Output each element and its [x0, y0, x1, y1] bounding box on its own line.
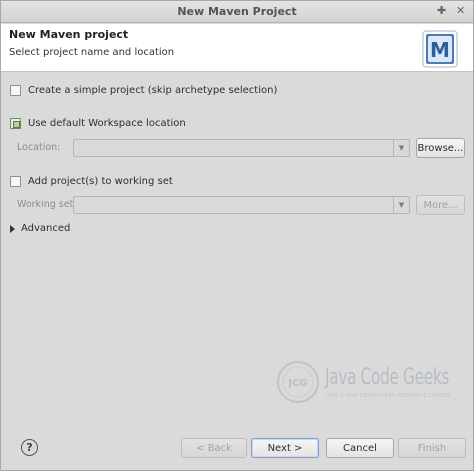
dialog-window: New Maven Project ✚ ✕ New Maven project … — [0, 0, 474, 471]
watermark-tagline: JAVA 2 JAVA DEVELOPERS RESOURCE CENTER — [326, 393, 451, 399]
simple-project-checkbox[interactable] — [10, 84, 21, 96]
simple-project-label: Create a simple project (skip archetype … — [28, 84, 278, 96]
pin-icon[interactable]: ✚ — [437, 4, 446, 17]
maven-logo-letter: M — [430, 38, 450, 62]
default-workspace-option[interactable]: Use default Workspace location — [10, 115, 186, 131]
help-icon[interactable]: ? — [21, 439, 38, 456]
location-combo[interactable]: ▼ — [73, 139, 410, 157]
java-code-geeks-watermark: JCG Java Code Geeks JAVA 2 JAVA DEVELOPE… — [273, 357, 463, 409]
next-button[interactable]: Next > — [251, 438, 319, 458]
working-set-combo[interactable]: ▼ — [73, 196, 410, 214]
advanced-section-toggle[interactable]: Advanced — [10, 223, 70, 234]
default-workspace-checkbox[interactable] — [10, 117, 21, 129]
page-description: Select project name and location — [9, 47, 175, 58]
finish-button[interactable]: Finish — [398, 438, 466, 458]
working-set-checkbox[interactable] — [10, 175, 21, 187]
close-icon[interactable]: ✕ — [456, 4, 465, 17]
page-title: New Maven project — [9, 28, 129, 41]
back-button[interactable]: < Back — [181, 438, 247, 458]
cancel-button[interactable]: Cancel — [326, 438, 394, 458]
chevron-down-icon[interactable]: ▼ — [393, 197, 409, 213]
chevron-down-icon[interactable]: ▼ — [393, 140, 409, 156]
jcg-badge-text: JCG — [287, 378, 307, 389]
watermark-brand: Java Code Geeks — [325, 365, 450, 390]
default-workspace-label: Use default Workspace location — [28, 117, 186, 129]
maven-logo-icon: M — [422, 30, 458, 68]
advanced-label: Advanced — [21, 223, 71, 234]
expand-arrow-icon[interactable] — [10, 224, 15, 233]
simple-project-option[interactable]: Create a simple project (skip archetype … — [10, 82, 277, 98]
location-label: Location: — [17, 142, 61, 153]
title-bar[interactable]: New Maven Project ✚ ✕ — [1, 1, 473, 23]
more-button[interactable]: More... — [416, 195, 465, 215]
working-set-label: Working set: — [17, 199, 77, 210]
wizard-header: New Maven project Select project name an… — [1, 24, 473, 72]
working-set-check-label: Add project(s) to working set — [28, 175, 173, 187]
window-title: New Maven Project — [177, 5, 297, 18]
working-set-option[interactable]: Add project(s) to working set — [10, 173, 173, 189]
browse-button[interactable]: Browse... — [416, 138, 465, 158]
jcg-badge-icon: JCG — [277, 361, 319, 403]
